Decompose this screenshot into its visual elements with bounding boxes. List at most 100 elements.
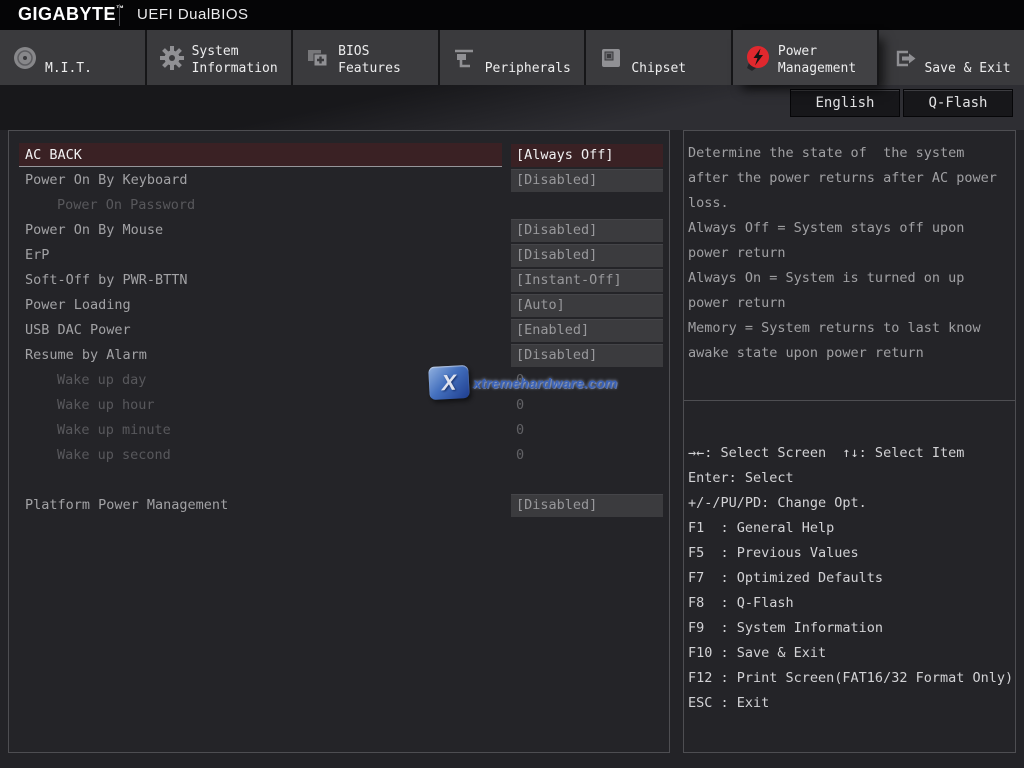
setting-value[interactable]: [Enabled] (511, 319, 663, 342)
setting-row[interactable]: Power On Password (9, 193, 669, 218)
tab-system-information[interactable]: SystemInformation (147, 30, 294, 85)
help-line: awake state upon power return (688, 341, 1013, 366)
legend-line: F5 : Previous Values (688, 541, 1013, 566)
help-line: power return (688, 291, 1013, 316)
watermark-badge-icon: X (428, 365, 470, 400)
setting-value[interactable]: [Disabled] (511, 244, 663, 267)
setting-row[interactable]: Power On By Keyboard [Disabled] (9, 168, 669, 193)
legend-line: Enter: Select (688, 466, 1013, 491)
setting-row[interactable]: Wake up second 0 (9, 443, 669, 468)
legend-line: ESC : Exit (688, 691, 1013, 716)
setting-label: Resume by Alarm (25, 343, 147, 368)
help-line: Memory = System returns to last know (688, 316, 1013, 341)
tab-chipset[interactable]: Chipset (586, 30, 733, 85)
legend-line: F12 : Print Screen(FAT16/32 Format Only) (688, 666, 1013, 691)
row-highlight (19, 143, 502, 167)
setting-row[interactable]: ErP [Disabled] (9, 243, 669, 268)
setting-row[interactable]: Platform Power Management [Disabled] (9, 493, 669, 518)
power-lightning-icon (743, 43, 773, 73)
help-panel-divider (684, 400, 1015, 401)
setting-value[interactable]: [Disabled] (511, 169, 663, 192)
exit-door-arrow-icon (889, 43, 919, 73)
setting-row[interactable]: Power Loading [Auto] (9, 293, 669, 318)
setting-label: USB DAC Power (25, 318, 131, 343)
tab-bar: M.I.T. SystemInformation (0, 30, 1024, 85)
language-button[interactable]: English (790, 89, 900, 117)
item-help-text: Determine the state of the systemafter t… (688, 141, 1013, 366)
legend-line: →←: Select Screen ↑↓: Select Item (688, 441, 1013, 466)
watermark-text: xtremehardware.com (473, 375, 617, 391)
tab-label-line2: Management (778, 60, 856, 77)
setting-label: Wake up second (57, 443, 171, 468)
help-line: Always Off = System stays off upon (688, 216, 1013, 241)
help-line: power return (688, 241, 1013, 266)
help-line: Always On = System is turned on up (688, 266, 1013, 291)
setting-label: AC BACK (25, 143, 82, 168)
titlebar-divider (119, 4, 120, 26)
gigabyte-logo: GIGABYTE™ (18, 4, 125, 25)
firmware-title: UEFI DualBIOS (137, 6, 249, 23)
setting-row[interactable]: Resume by Alarm [Disabled] (9, 343, 669, 368)
tab-label-line2: Features (338, 60, 401, 77)
windows-plus-icon (303, 43, 333, 73)
tab-save-exit[interactable]: Save & Exit (879, 30, 1024, 85)
setting-label: Power On By Mouse (25, 218, 163, 243)
help-line: Determine the state of the system (688, 141, 1013, 166)
setting-label: Wake up minute (57, 418, 171, 443)
peripheral-cable-icon (450, 43, 480, 73)
tab-mit[interactable]: M.I.T. (0, 30, 147, 85)
tab-label-line2: M.I.T. (45, 60, 92, 77)
setting-value[interactable]: [Always Off] (511, 144, 663, 167)
setting-label: Power Loading (25, 293, 131, 318)
tab-label-line1: Power (778, 43, 856, 60)
setting-value[interactable]: 0 (511, 444, 663, 467)
help-line: loss. (688, 191, 1013, 216)
setting-value[interactable]: [Disabled] (511, 219, 663, 242)
settings-panel: AC BACK [Always Off] Power On By Keyboar… (8, 130, 670, 753)
chip-icon (596, 43, 626, 73)
watermark: X xtremehardware.com (429, 366, 617, 399)
dial-icon (10, 43, 40, 73)
key-legend: →←: Select Screen ↑↓: Select ItemEnter: … (688, 441, 1013, 716)
legend-line: F1 : General Help (688, 516, 1013, 541)
tab-label-line2: Peripherals (485, 60, 571, 77)
help-line: after the power returns after AC power (688, 166, 1013, 191)
help-panel: Determine the state of the systemafter t… (683, 130, 1016, 753)
setting-label: Soft-Off by PWR-BTTN (25, 268, 188, 293)
legend-line: F9 : System Information (688, 616, 1013, 641)
legend-line: F10 : Save & Exit (688, 641, 1013, 666)
tab-bios-features[interactable]: BIOSFeatures (293, 30, 440, 85)
title-bar: GIGABYTE™ UEFI DualBIOS (0, 0, 1024, 30)
setting-row[interactable]: Power On By Mouse [Disabled] (9, 218, 669, 243)
setting-label: ErP (25, 243, 49, 268)
setting-value[interactable]: [Disabled] (511, 494, 663, 517)
setting-value[interactable]: [Auto] (511, 294, 663, 317)
setting-value[interactable]: [Instant-Off] (511, 269, 663, 292)
bios-screen: GIGABYTE™ UEFI DualBIOS M.I.T. (0, 0, 1024, 768)
tab-label-line2: Save & Exit (924, 60, 1010, 77)
qflash-button[interactable]: Q-Flash (903, 89, 1013, 117)
setting-label: Platform Power Management (25, 493, 228, 518)
trademark-mark: ™ (116, 4, 125, 13)
setting-row[interactable]: AC BACK [Always Off] (9, 143, 669, 168)
setting-value[interactable]: 0 (511, 419, 663, 442)
legend-line: F8 : Q-Flash (688, 591, 1013, 616)
tab-label-line2: Chipset (631, 60, 686, 77)
tab-label-line1: BIOS (338, 43, 401, 60)
setting-row[interactable] (9, 468, 669, 493)
legend-line: +/-/PU/PD: Change Opt. (688, 491, 1013, 516)
setting-label: Power On Password (57, 193, 195, 218)
setting-label: Power On By Keyboard (25, 168, 188, 193)
setting-label: Wake up day (57, 368, 146, 393)
legend-line: F7 : Optimized Defaults (688, 566, 1013, 591)
setting-row[interactable]: USB DAC Power [Enabled] (9, 318, 669, 343)
tab-power-management[interactable]: PowerManagement (733, 30, 880, 85)
tab-peripherals[interactable]: Peripherals (440, 30, 587, 85)
tab-label-line1: System (192, 43, 278, 60)
setting-label: Wake up hour (57, 393, 155, 418)
setting-row[interactable]: Wake up minute 0 (9, 418, 669, 443)
setting-row[interactable]: Soft-Off by PWR-BTTN [Instant-Off] (9, 268, 669, 293)
setting-value[interactable]: [Disabled] (511, 344, 663, 367)
settings-list: AC BACK [Always Off] Power On By Keyboar… (9, 143, 669, 518)
tab-label-line2: Information (192, 60, 278, 77)
